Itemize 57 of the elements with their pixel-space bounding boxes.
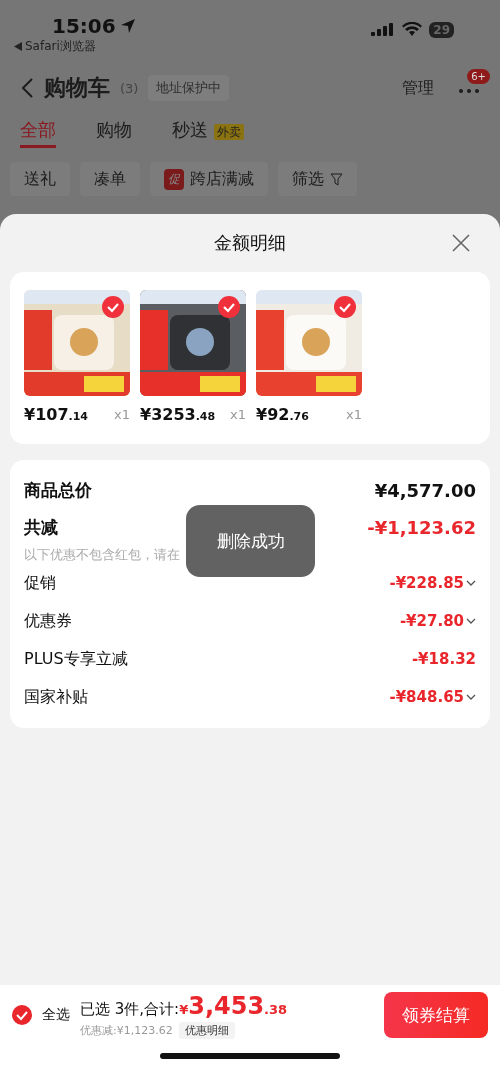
discount-value[interactable]: -¥27.80 <box>399 612 476 630</box>
discount-value: -¥18.32 <box>411 650 476 668</box>
filter-icon <box>330 172 343 186</box>
wifi-icon <box>402 22 423 36</box>
product-quantity: x1 <box>346 406 362 422</box>
product-price: ¥107.14 <box>24 404 89 424</box>
discount-note: 以下优惠不包含红包，请在 <box>24 547 180 562</box>
discount-value[interactable]: -¥228.85 <box>389 574 476 592</box>
filter-chip[interactable]: 筛选 <box>278 162 357 196</box>
sheet-title: 金额明细 <box>214 231 286 255</box>
cellular-signal-icon <box>371 22 396 36</box>
address-protection-tag[interactable]: 地址保护中 <box>148 75 230 101</box>
discount-detail-link[interactable]: 优惠明细 <box>178 1021 235 1039</box>
more-icon[interactable] <box>458 87 480 94</box>
promo-tag: 促 <box>164 168 184 190</box>
location-arrow-icon <box>119 18 136 34</box>
discount-value[interactable]: -¥848.65 <box>389 688 476 706</box>
total-summary: 已选 3件,合计:¥3,453.38 <box>80 991 288 1020</box>
toast-message: 删除成功 <box>186 505 315 577</box>
delivery-tag: 外卖 <box>214 124 244 140</box>
check-icon[interactable] <box>102 296 124 318</box>
status-time: 15:06 <box>52 14 116 38</box>
back-triangle-icon[interactable] <box>14 42 22 51</box>
product-price: ¥92.76 <box>256 404 309 424</box>
discount-label: PLUS专享立减 <box>24 648 128 670</box>
product-quantity: x1 <box>114 406 130 422</box>
cart-tab[interactable]: 购物 <box>96 118 132 148</box>
summary-value: ¥4,577.00 <box>374 479 476 501</box>
cart-tab[interactable]: 全部 <box>20 118 56 148</box>
filter-chip[interactable]: 促 跨店满减 <box>150 162 268 196</box>
summary-label: 商品总价 <box>24 478 92 502</box>
manage-button[interactable]: 管理 <box>402 77 434 99</box>
select-all-label[interactable]: 全选 <box>42 1006 70 1024</box>
summary-label: 共减 <box>24 515 58 539</box>
back-chevron-icon[interactable] <box>20 77 34 99</box>
filter-chip[interactable]: 送礼 <box>10 162 70 196</box>
product-quantity: x1 <box>230 406 246 422</box>
chevron-down-icon <box>466 618 476 624</box>
select-all-checkbox[interactable] <box>12 1005 32 1025</box>
discount-label: 国家补贴 <box>24 686 88 708</box>
checkout-button[interactable]: 领券结算 <box>384 992 488 1038</box>
summary-value: -¥1,123.62 <box>367 516 476 538</box>
page-title: 购物车 <box>44 74 110 102</box>
chevron-down-icon <box>466 580 476 586</box>
chevron-down-icon <box>466 694 476 700</box>
product-price: ¥3253.48 <box>140 404 216 424</box>
close-icon[interactable] <box>452 234 470 252</box>
saved-amount: 优惠减:¥1,123.62 <box>80 1022 173 1038</box>
check-icon[interactable] <box>334 296 356 318</box>
filter-chip[interactable]: 凑单 <box>80 162 140 196</box>
back-to-app-link[interactable]: Safari浏览器 <box>25 38 96 55</box>
cart-tab[interactable]: 秒送 外卖 <box>172 118 244 148</box>
check-icon[interactable] <box>218 296 240 318</box>
battery-indicator: 29 <box>429 22 454 38</box>
discount-label: 促销 <box>24 572 56 594</box>
notification-badge: 6+ <box>467 68 490 84</box>
discount-label: 优惠券 <box>24 610 72 632</box>
